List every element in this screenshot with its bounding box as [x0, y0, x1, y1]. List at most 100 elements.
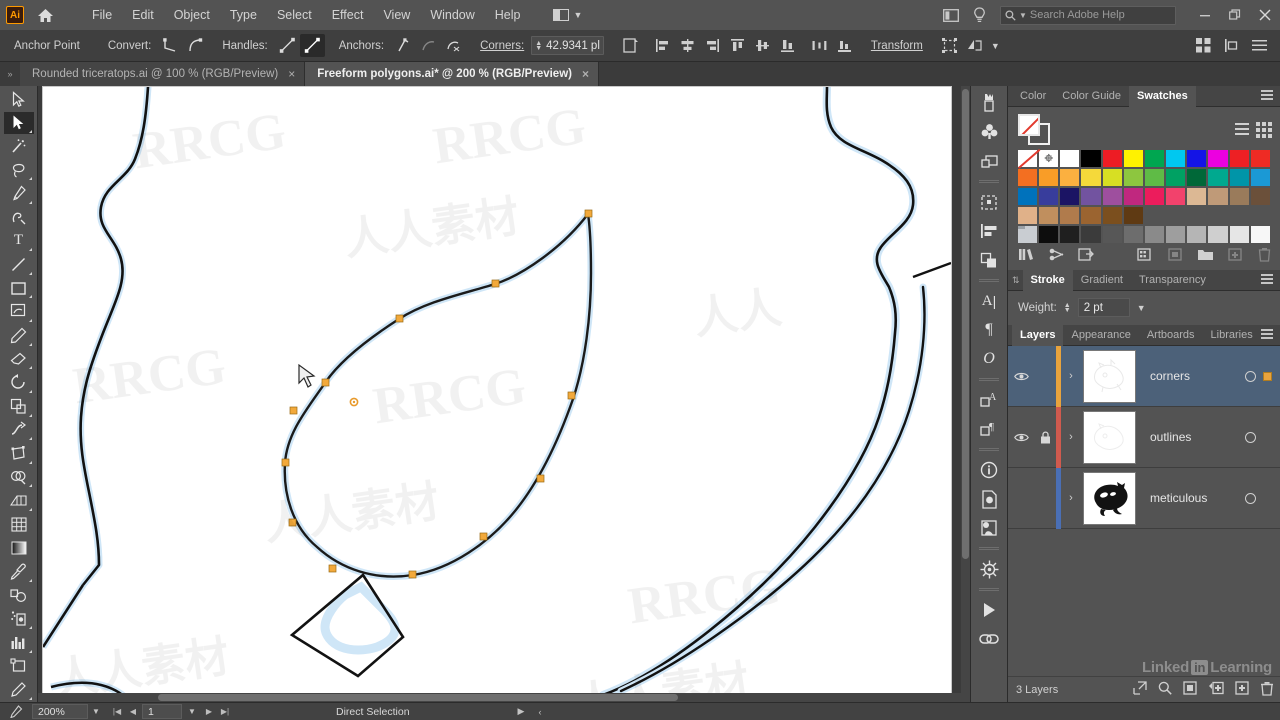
reflect-icon[interactable]: [962, 34, 987, 57]
shape-options-icon[interactable]: [937, 34, 962, 57]
glyphs-panel-icon[interactable]: O: [974, 345, 1004, 373]
close-icon[interactable]: ×: [582, 67, 589, 81]
layer-target-icon[interactable]: [1245, 370, 1256, 382]
arrange-documents-icon[interactable]: ▼: [552, 9, 582, 21]
document-tab-freeform-polygons[interactable]: Freeform polygons.ai* @ 200 % (RGB/Previ…: [305, 62, 599, 86]
panel-menu-icon[interactable]: [1247, 34, 1272, 57]
isolate-selected-object-icon[interactable]: [618, 34, 643, 57]
swatch[interactable]: [1038, 187, 1060, 206]
swatch[interactable]: [1186, 149, 1208, 168]
swatch[interactable]: [1122, 187, 1144, 206]
minimize-icon[interactable]: [1190, 0, 1220, 30]
swatch[interactable]: [1186, 168, 1208, 187]
panel-collapse-icon[interactable]: ⇅: [1012, 275, 1023, 286]
find-icon[interactable]: [1158, 681, 1172, 698]
tab-appearance[interactable]: Appearance: [1063, 325, 1138, 346]
swatch[interactable]: [1059, 206, 1081, 225]
tab-color[interactable]: Color: [1012, 86, 1054, 107]
scrollbar-thumb[interactable]: [962, 89, 969, 559]
layer-visibility-icon[interactable]: [1008, 371, 1034, 382]
menu-window[interactable]: Window: [420, 0, 484, 30]
chevron-down-icon[interactable]: ▼: [991, 41, 1000, 51]
layer-expand-icon[interactable]: ›: [1061, 370, 1081, 382]
swatch[interactable]: [1101, 149, 1123, 168]
swatch[interactable]: [1017, 187, 1039, 206]
tab-color-guide[interactable]: Color Guide: [1054, 86, 1129, 107]
delete-swatch-icon[interactable]: [1257, 247, 1272, 267]
selection-tool-icon[interactable]: [4, 88, 34, 111]
paragraph-styles-panel-icon[interactable]: ¶: [974, 415, 1004, 443]
convert-to-smooth-icon[interactable]: [183, 34, 208, 57]
close-icon[interactable]: [1250, 0, 1280, 30]
canvas-area[interactable]: RRCG RRCG 人人素材 RRCG RRCG 人人素材 RRCG 人人素材 …: [38, 86, 970, 702]
paintbrush-tool-icon[interactable]: [4, 300, 34, 323]
color-groups-icon[interactable]: [1137, 247, 1154, 267]
swatch[interactable]: [1017, 168, 1039, 187]
swatch[interactable]: [1207, 187, 1229, 206]
menu-select[interactable]: Select: [267, 0, 322, 30]
menu-edit[interactable]: Edit: [122, 0, 164, 30]
slice-tool-icon[interactable]: [4, 678, 34, 701]
delete-layer-icon[interactable]: [1260, 681, 1274, 699]
home-icon[interactable]: [30, 0, 60, 30]
first-page-icon[interactable]: |◀: [110, 707, 124, 716]
connect-anchors-icon[interactable]: [416, 34, 441, 57]
layer-name[interactable]: corners: [1136, 369, 1245, 383]
remove-anchor-icon[interactable]: [391, 34, 416, 57]
layer-target-icon[interactable]: [1245, 492, 1256, 504]
tab-libraries[interactable]: Libraries: [1203, 325, 1261, 346]
workspace-switcher-icon[interactable]: [938, 2, 964, 28]
chevron-down-icon[interactable]: ▼: [1137, 303, 1146, 313]
table-row[interactable]: › corners: [1008, 346, 1280, 407]
symbols-panel-icon[interactable]: [974, 118, 1004, 146]
previous-page-icon[interactable]: ◀: [126, 707, 140, 716]
align-vertical-center-icon[interactable]: [750, 34, 775, 57]
styles-panel-icon[interactable]: [974, 147, 1004, 175]
align-left-icon[interactable]: [650, 34, 675, 57]
play-icon[interactable]: ▶: [518, 706, 525, 717]
fill-none-icon[interactable]: [1018, 114, 1040, 136]
tab-swatches[interactable]: Swatches: [1129, 85, 1196, 107]
swatch[interactable]: [1059, 187, 1081, 206]
new-swatch-folder-icon[interactable]: [1197, 247, 1214, 267]
page-number-input[interactable]: 1: [142, 704, 182, 719]
corners-radius-input[interactable]: ▲ ▼ 42.9341 pl: [531, 36, 604, 55]
separator-panel-icon[interactable]: [974, 555, 1004, 583]
arrange-objects-icon[interactable]: [1191, 34, 1216, 57]
swatch[interactable]: [1143, 187, 1166, 206]
actions-panel-icon[interactable]: [974, 596, 1004, 624]
perspective-grid-tool-icon[interactable]: [4, 489, 34, 512]
new-color-group-icon[interactable]: [1167, 247, 1184, 267]
layer-selection-indicator[interactable]: [1263, 371, 1272, 381]
layer-expand-icon[interactable]: ›: [1061, 492, 1081, 504]
convert-to-corner-icon[interactable]: [158, 34, 183, 57]
align-panel-icon[interactable]: [974, 217, 1004, 245]
swatch[interactable]: [1101, 206, 1123, 225]
next-page-icon[interactable]: ▶: [202, 707, 216, 716]
align-options-icon[interactable]: [1219, 34, 1244, 57]
magic-wand-tool-icon[interactable]: [4, 135, 34, 158]
fill-stroke-indicator[interactable]: [1018, 114, 1052, 146]
menu-file[interactable]: File: [82, 0, 122, 30]
artboard-tool-icon[interactable]: [4, 655, 34, 678]
layer-name[interactable]: outlines: [1136, 430, 1245, 444]
grid-view-icon[interactable]: [1256, 122, 1272, 138]
swatch-none[interactable]: [1017, 149, 1039, 168]
layer-visibility-icon[interactable]: [1008, 432, 1034, 443]
align-top-icon[interactable]: [725, 34, 750, 57]
layer-name[interactable]: meticulous: [1136, 491, 1245, 505]
brushes-panel-icon[interactable]: [974, 89, 1004, 117]
swatch[interactable]: [1038, 206, 1060, 225]
swatch[interactable]: [1080, 149, 1102, 168]
locate-object-icon[interactable]: [1133, 681, 1147, 698]
swatch[interactable]: [1228, 149, 1250, 168]
eraser-tool-icon[interactable]: [4, 348, 34, 371]
search-input[interactable]: ▼ Search Adobe Help: [1000, 5, 1176, 25]
width-tool-icon[interactable]: [4, 419, 34, 442]
swatches-grid[interactable]: ✳: [1008, 149, 1280, 244]
align-bottom-icon[interactable]: [775, 34, 800, 57]
swatch[interactable]: [1165, 187, 1187, 206]
curvature-tool-icon[interactable]: [4, 206, 34, 229]
stroke-weight-input[interactable]: 2 pt: [1077, 298, 1130, 317]
character-panel-icon[interactable]: A |: [974, 287, 1004, 315]
